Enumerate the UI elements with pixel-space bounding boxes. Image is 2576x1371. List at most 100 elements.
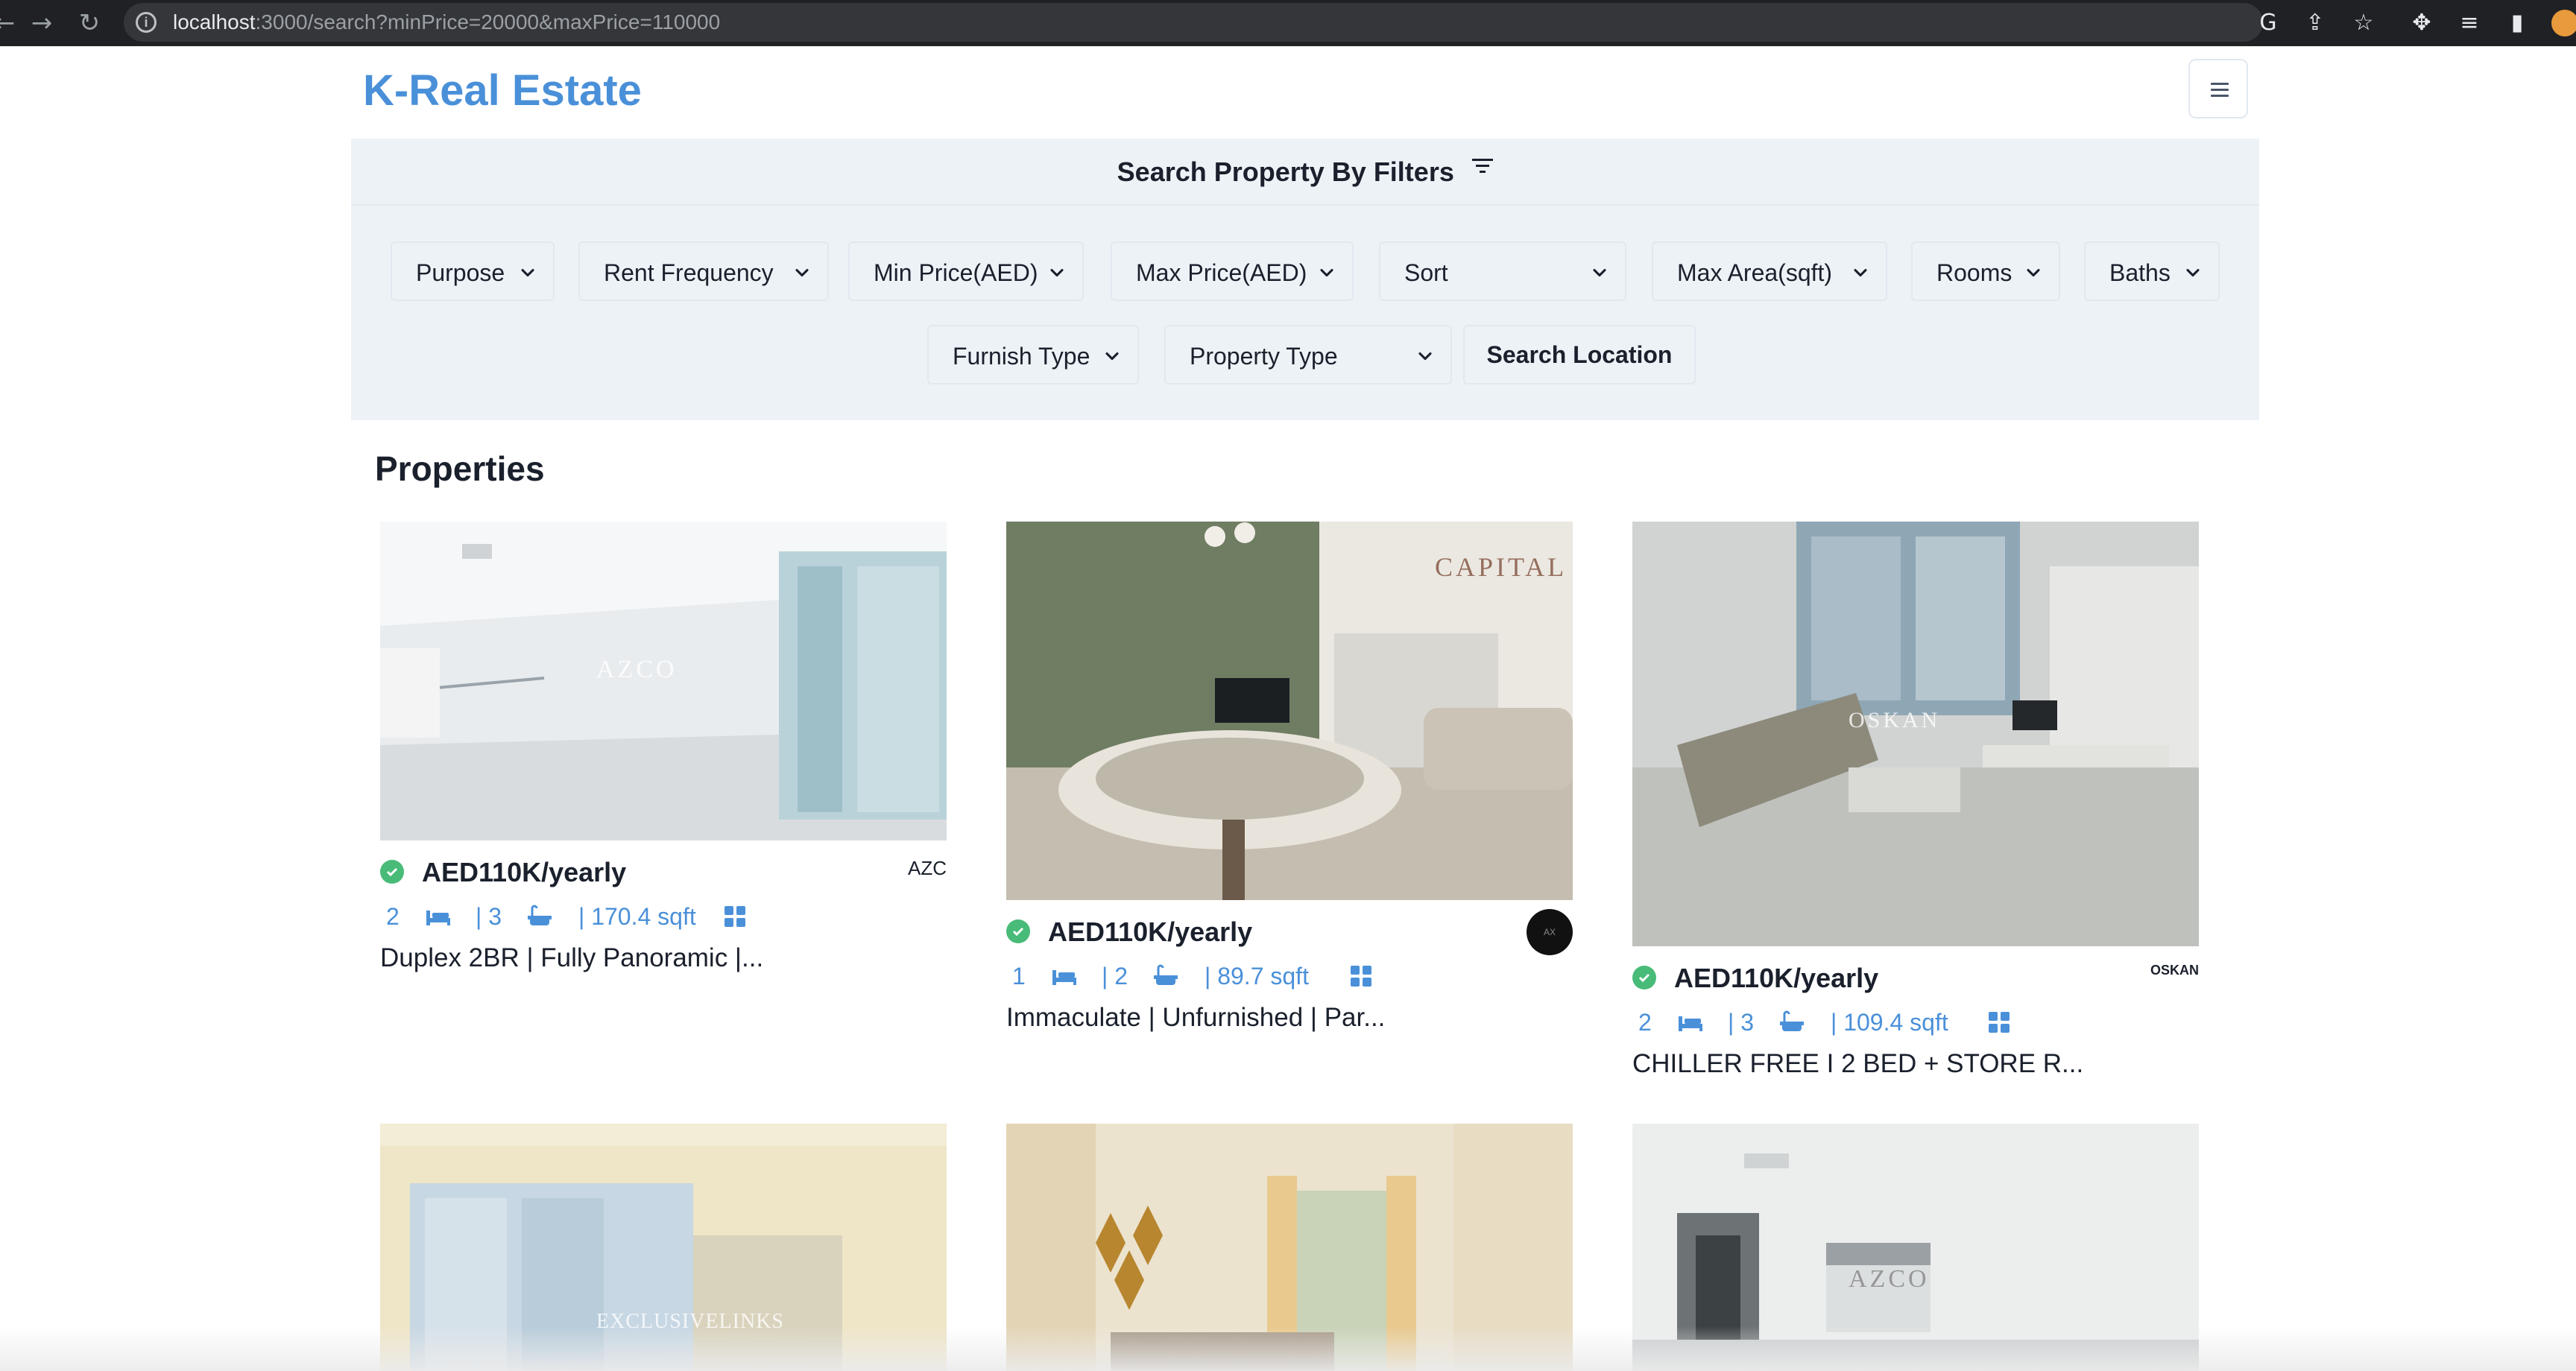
rooms-select[interactable]: Rooms [1911,241,2060,301]
max-area-label: Max Area(sqft) [1677,259,1833,286]
properties-heading: Properties [375,449,545,488]
filter-heading: Search Property By Filters [1117,156,1454,187]
property-type-select[interactable]: Property Type [1164,325,1452,384]
price-row: AED110K/yearly AZC [380,840,947,897]
max-price-select[interactable]: Max Price(AED) [1111,241,1354,301]
address-bar[interactable]: i localhost:3000/search?minPrice=20000&m… [124,3,2263,42]
agency-logo: AZC [908,857,947,879]
furnish-type-select[interactable]: Furnish Type [927,325,1139,384]
share-icon[interactable]: ⇪ [2299,7,2331,39]
bath-icon [526,905,553,928]
baths-count: | 3 [1728,1009,1754,1036]
property-title[interactable]: CHILLER FREE I 2 BED + STORE R... [1632,1049,2199,1079]
browser-toolbar: ← → ↻ i localhost:3000/search?minPrice=2… [0,0,2576,46]
bath-icon [1152,964,1179,988]
min-price-select[interactable]: Min Price(AED) [848,241,1084,301]
sort-label: Sort [1404,259,1448,286]
chevron-down-icon [2182,262,2203,283]
watermark: OSKAN [1849,708,1941,732]
extensions-icon[interactable]: ✥ [2406,7,2437,39]
watermark: AZCO [596,656,678,683]
property-image[interactable]: OSKAN [1632,522,2199,946]
agency-logo: OSKAN [2150,963,2199,978]
stats-row: 1 | 2 | 89.7 sqft [1006,957,1573,1000]
chevron-down-icon [2023,262,2044,283]
reload-icon[interactable]: ↻ [75,8,104,38]
price: AED110K/yearly [1048,916,1253,947]
brand-logo[interactable]: K-Real Estate [363,66,642,115]
chevron-down-icon [1415,346,1436,367]
verified-check-icon [1632,966,1656,990]
grid-icon [723,905,750,928]
google-icon[interactable]: G [2253,7,2284,39]
property-image[interactable]: CAPITAL [1006,522,1573,900]
baths-label: Baths [2109,259,2171,286]
property-image[interactable]: AZCO [380,522,947,840]
baths-count: | 2 [1102,963,1128,990]
area: | 170.4 sqft [578,903,696,930]
chevron-down-icon [1046,262,1067,283]
watermark: AZCO [1849,1265,1930,1293]
hamburger-icon [2211,83,2229,101]
chevron-down-icon [1316,262,1337,283]
bed-icon [425,905,452,928]
url-text[interactable]: localhost:3000/search?minPrice=20000&max… [173,10,720,34]
grid-icon [1987,1010,2014,1034]
rent-frequency-label: Rent Frequency [604,259,774,286]
url-path: :3000/search?minPrice=20000&maxPrice=110… [255,10,721,34]
side-panel-icon[interactable]: ▮ [2501,7,2533,39]
filter-header[interactable]: Search Property By Filters [351,139,2259,206]
filter-icon [1472,159,1494,177]
furnish-type-label: Furnish Type [953,343,1090,370]
rent-frequency-select[interactable]: Rent Frequency [578,241,829,301]
area: | 89.7 sqft [1205,963,1309,990]
price: AED110K/yearly [1674,963,1879,993]
property-title[interactable]: Immaculate | Unfurnished | Par... [1006,1003,1573,1033]
chevron-down-icon [1589,262,1610,283]
purpose-select[interactable]: Purpose [391,241,555,301]
chevron-down-icon [517,262,538,283]
menu-button[interactable] [2188,59,2248,118]
rooms-count: 2 [386,903,400,930]
grid-icon [1349,964,1376,988]
bath-icon [1778,1010,1805,1034]
search-location-button[interactable]: Search Location [1463,325,1696,384]
back-icon[interactable]: ← [0,8,19,38]
price-row: AED110K/yearly AX [1006,900,1573,957]
property-type-label: Property Type [1190,343,1338,370]
profile-avatar[interactable] [2549,7,2576,39]
url-host: localhost [173,10,256,34]
rooms-count: 2 [1638,1009,1652,1036]
verified-check-icon [1006,919,1030,943]
bookmark-star-icon[interactable]: ☆ [2348,7,2379,39]
baths-count: | 3 [476,903,502,930]
stats-row: 2 | 3 | 109.4 sqft [1632,1003,2199,1046]
bed-icon [1677,1010,1704,1034]
max-area-select[interactable]: Max Area(sqft) [1652,241,1887,301]
scroll-fade [0,1326,2576,1371]
chevron-down-icon [1102,346,1123,367]
reading-list-icon[interactable]: ≡ [2454,7,2485,39]
property-title[interactable]: Duplex 2BR | Fully Panoramic |... [380,943,947,973]
site-info-icon[interactable]: i [136,12,157,33]
purpose-label: Purpose [416,259,505,286]
max-price-label: Max Price(AED) [1136,259,1307,286]
watermark: CAPITAL [1435,552,1568,582]
price-row: AED110K/yearly OSKAN [1632,946,2199,1003]
property-card[interactable]: AZCO AED110K/yearly AZC 2 | 3 | 170.4 sq… [380,522,947,973]
stats-row: 2 | 3 | 170.4 sqft [380,897,947,940]
area: | 109.4 sqft [1831,1009,1948,1036]
rooms-count: 1 [1012,963,1026,990]
chevron-down-icon [1850,262,1871,283]
forward-icon[interactable]: → [27,8,57,38]
property-card[interactable]: CAPITAL AED110K/yearly AX 1 | 2 | 89.7 s… [1006,522,1573,1033]
sort-select[interactable]: Sort [1379,241,1626,301]
verified-check-icon [380,860,404,884]
rooms-label: Rooms [1936,259,2012,286]
bed-icon [1051,964,1078,988]
chevron-down-icon [792,262,812,283]
property-card[interactable]: OSKAN AED110K/yearly OSKAN 2 | 3 | 109.4… [1632,522,2199,1079]
price: AED110K/yearly [422,857,627,887]
min-price-label: Min Price(AED) [874,259,1038,286]
baths-select[interactable]: Baths [2084,241,2220,301]
